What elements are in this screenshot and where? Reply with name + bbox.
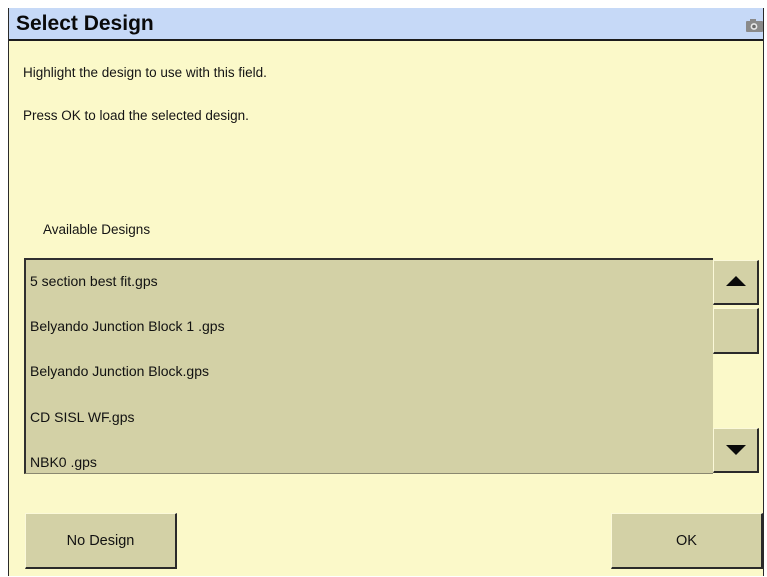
scroll-down-button[interactable] [713,428,759,473]
list-scrollbar[interactable] [713,258,759,474]
designs-list[interactable]: 5 section best fit.gps Belyando Junction… [24,258,713,474]
list-item[interactable]: 5 section best fit.gps [30,273,158,289]
select-design-dialog: Select Design Highlight the design to us… [8,8,764,576]
list-item[interactable]: Belyando Junction Block 1 .gps [30,318,225,334]
instruction-press-ok: Press OK to load the selected design. [23,108,249,123]
list-item[interactable]: Belyando Junction Block.gps [30,363,209,379]
scroll-up-button[interactable] [713,260,759,305]
available-designs-label: Available Designs [43,222,151,237]
arrow-down-icon [726,445,746,455]
dialog-title: Select Design [16,12,154,35]
ok-button[interactable]: OK [611,513,763,569]
camera-icon[interactable] [745,18,763,32]
title-bar: Select Design [9,8,763,41]
list-item[interactable]: CD SISL WF.gps [30,409,135,425]
list-item[interactable]: NBK0 .gps [30,454,97,470]
instruction-highlight: Highlight the design to use with this fi… [23,65,267,80]
scrollbar-thumb[interactable] [713,308,759,354]
no-design-button[interactable]: No Design [25,513,177,569]
arrow-up-icon [726,276,746,286]
